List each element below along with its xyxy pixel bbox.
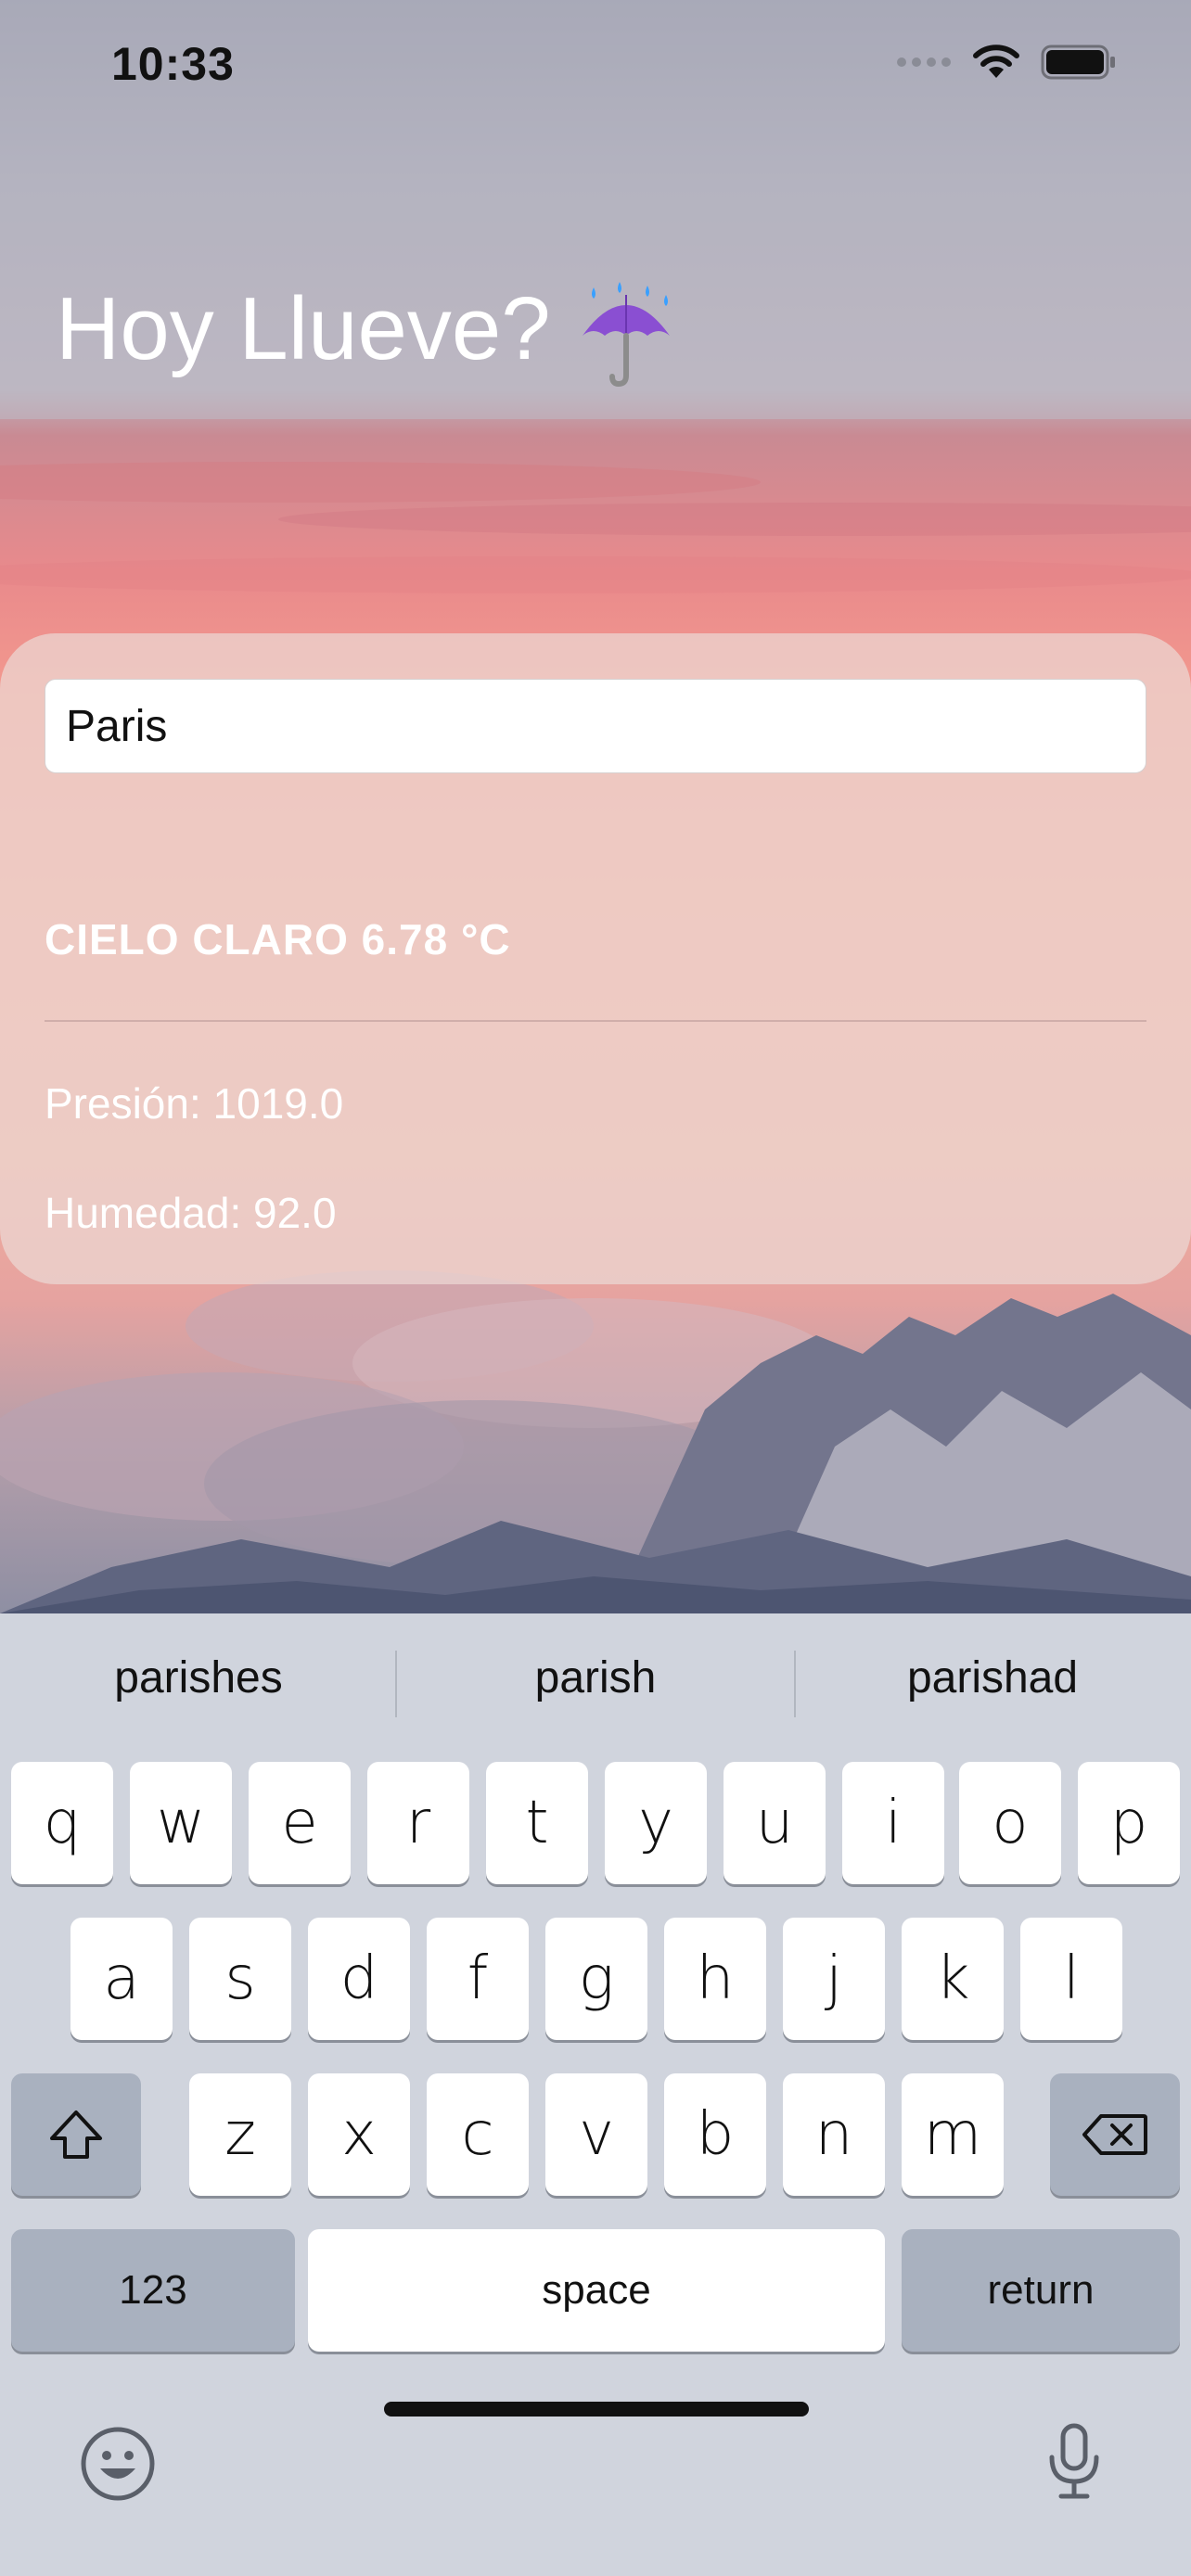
- umbrella-with-rain-icon: [583, 282, 670, 388]
- key-f[interactable]: f: [427, 1918, 529, 2040]
- key-n[interactable]: n: [783, 2073, 885, 2196]
- key-y[interactable]: y: [605, 1762, 707, 1884]
- microphone-icon[interactable]: [1046, 2422, 1102, 2502]
- emoji-icon[interactable]: [80, 2426, 156, 2502]
- delete-icon: [1082, 2114, 1147, 2155]
- key-t[interactable]: t: [486, 1762, 588, 1884]
- key-u[interactable]: u: [724, 1762, 826, 1884]
- key-w[interactable]: w: [130, 1762, 232, 1884]
- key-b[interactable]: b: [664, 2073, 766, 2196]
- shift-icon: [50, 2111, 102, 2159]
- battery-icon: [1041, 45, 1115, 80]
- key-o[interactable]: o: [959, 1762, 1061, 1884]
- key-p[interactable]: p: [1078, 1762, 1180, 1884]
- key-v[interactable]: v: [545, 2073, 647, 2196]
- return-key[interactable]: return: [902, 2229, 1180, 2352]
- key-e[interactable]: e: [249, 1762, 351, 1884]
- suggestion-1[interactable]: parishes: [0, 1652, 397, 1703]
- weather-card: CIELO CLARO 6.78 °C Presión: 1019.0 Hume…: [0, 633, 1191, 1284]
- key-k[interactable]: k: [902, 1918, 1004, 2040]
- space-key[interactable]: space: [308, 2229, 885, 2352]
- weather-condition: CIELO CLARO 6.78 °C: [45, 915, 511, 963]
- key-s[interactable]: s: [189, 1918, 291, 2040]
- wifi-icon: [973, 45, 1019, 78]
- key-d[interactable]: d: [308, 1918, 410, 2040]
- key-g[interactable]: g: [545, 1918, 647, 2040]
- numbers-key[interactable]: 123: [11, 2229, 295, 2352]
- key-j[interactable]: j: [783, 1918, 885, 2040]
- key-i[interactable]: i: [842, 1762, 944, 1884]
- status-time: 10:33: [111, 38, 235, 90]
- signal-dots-icon: [897, 57, 951, 67]
- keyboard: parishes parish parishad q w e r t y u i…: [0, 1613, 1191, 2576]
- delete-key[interactable]: [1050, 2073, 1180, 2196]
- page-title: Hoy Llueve?: [56, 279, 551, 378]
- key-h[interactable]: h: [664, 1918, 766, 2040]
- home-indicator[interactable]: [384, 2402, 809, 2417]
- key-c[interactable]: c: [427, 2073, 529, 2196]
- key-l[interactable]: l: [1020, 1918, 1122, 2040]
- key-z[interactable]: z: [189, 2073, 291, 2196]
- key-m[interactable]: m: [902, 2073, 1004, 2196]
- key-a[interactable]: a: [70, 1918, 173, 2040]
- key-x[interactable]: x: [308, 2073, 410, 2196]
- suggestion-bar: parishes parish parishad: [0, 1613, 1191, 1753]
- suggestion-3[interactable]: parishad: [794, 1652, 1191, 1703]
- humidity-label: Humedad: 92.0: [45, 1189, 337, 1237]
- key-r[interactable]: r: [367, 1762, 469, 1884]
- pressure-label: Presión: 1019.0: [45, 1079, 344, 1128]
- city-search-input[interactable]: [45, 679, 1146, 773]
- key-q[interactable]: q: [11, 1762, 113, 1884]
- shift-key[interactable]: [11, 2073, 141, 2196]
- suggestion-2[interactable]: parish: [397, 1652, 794, 1703]
- status-icons: [896, 45, 1117, 80]
- divider: [45, 1020, 1146, 1022]
